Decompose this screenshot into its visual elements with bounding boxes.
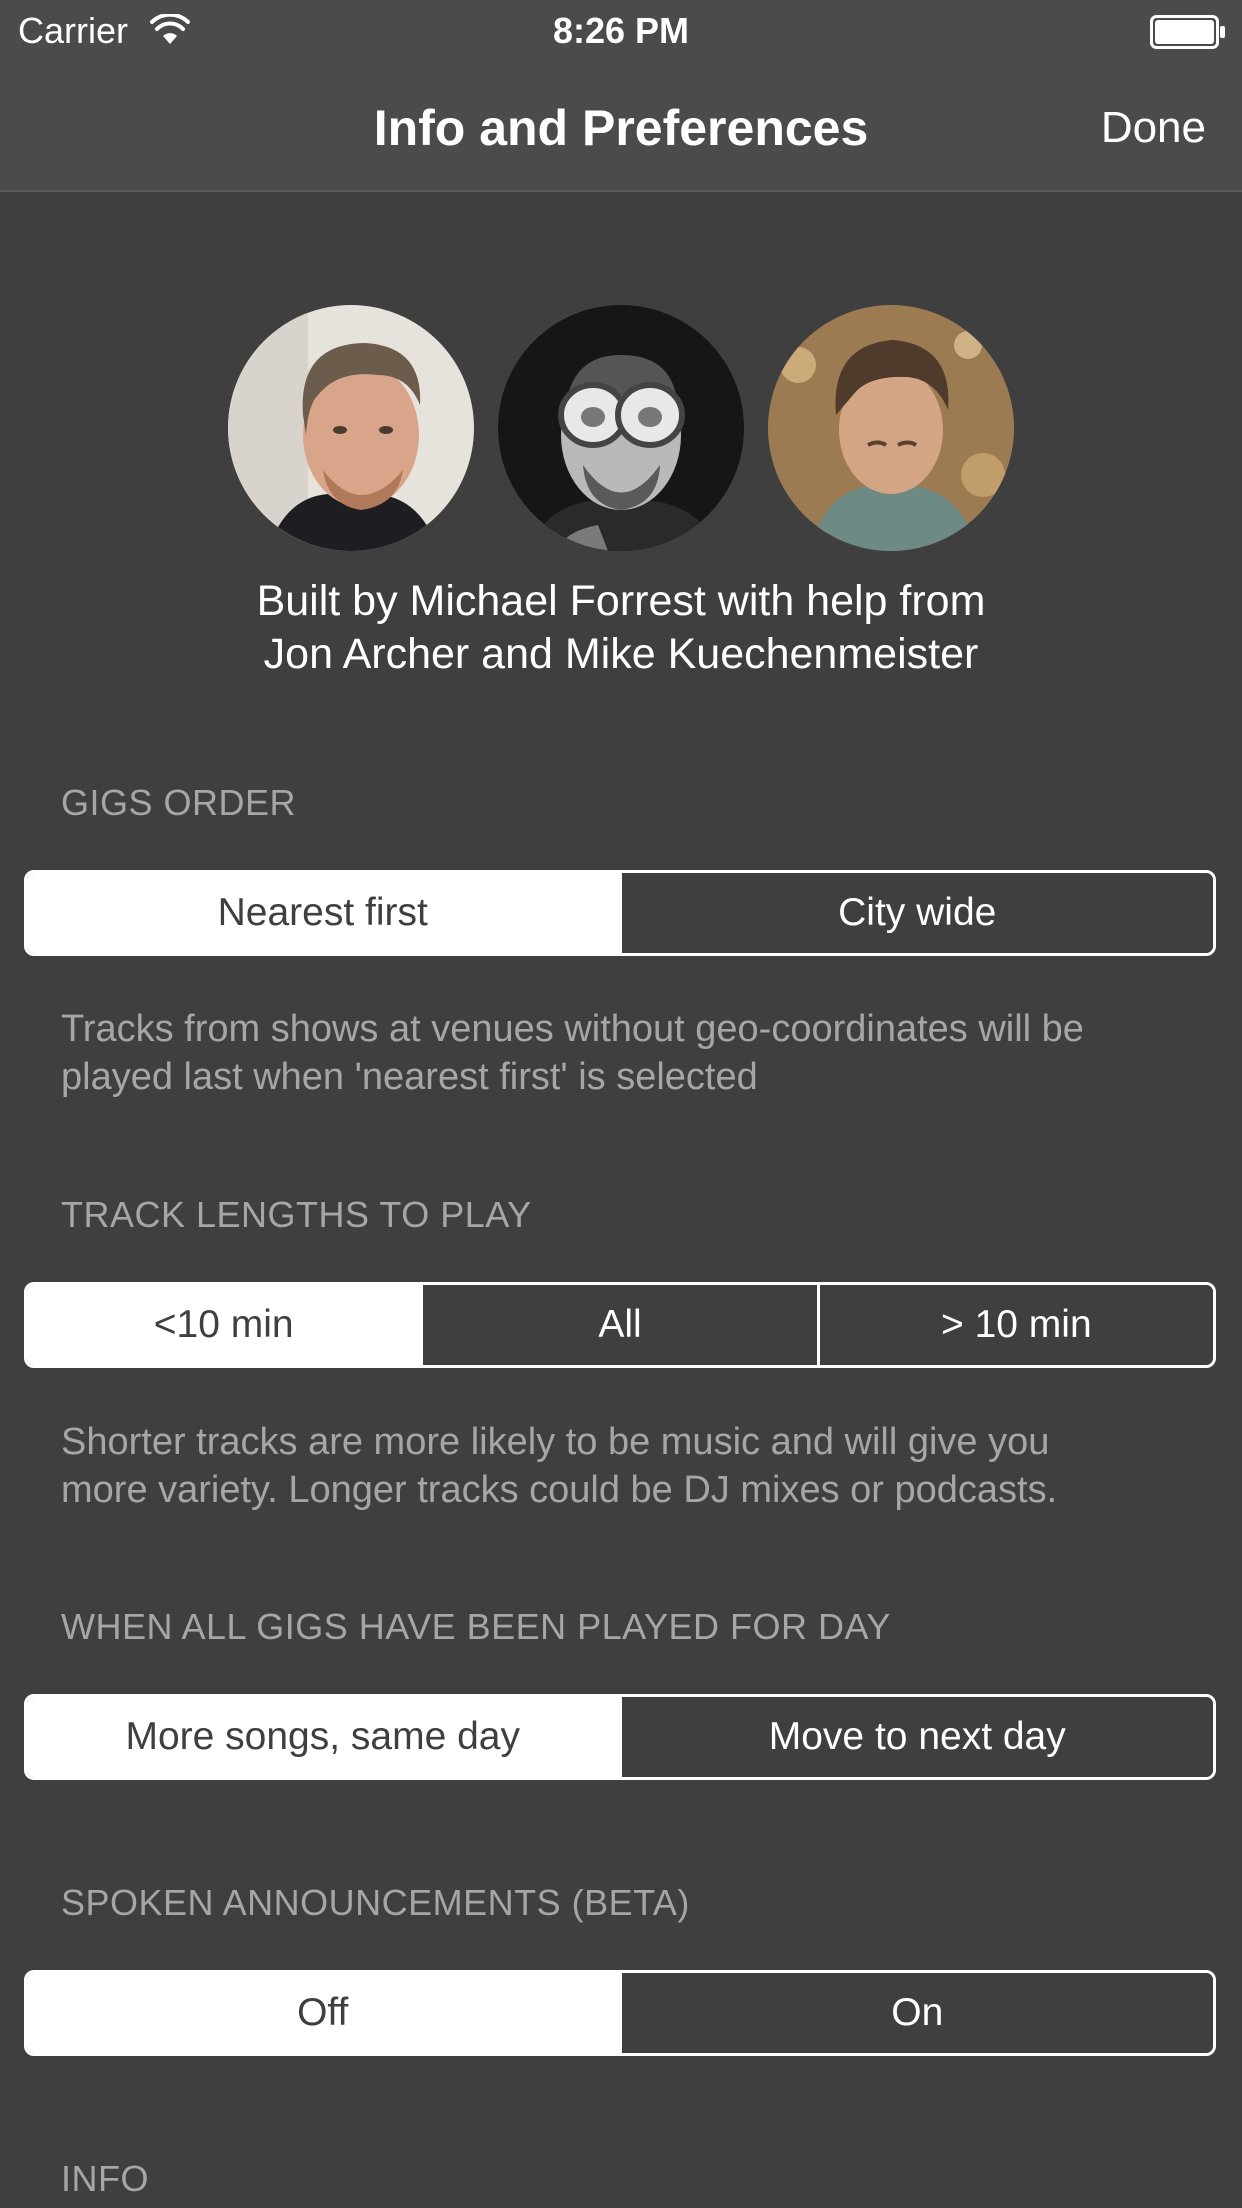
track-lengths-footnote-line-2: more variety. Longer tracks could be DJ …	[61, 1469, 1058, 1511]
spoken-announcements-control[interactable]: Off On	[24, 1970, 1216, 2056]
credits-line-2: Jon Archer and Mike Kuechenmeister	[263, 630, 979, 678]
credits-line-1: Built by Michael Forrest with help from	[256, 577, 986, 625]
segment-under-10-min[interactable]: <10 min	[27, 1285, 421, 1365]
track-lengths-header: TRACK LENGTHS TO PLAY	[61, 1194, 532, 1235]
avatar-michael-forrest	[228, 305, 474, 551]
battery-icon	[1150, 15, 1226, 49]
gigs-order-control[interactable]: Nearest first City wide	[24, 870, 1216, 956]
segment-city-wide[interactable]: City wide	[618, 873, 1213, 953]
all-gigs-played-control[interactable]: More songs, same day Move to next day	[24, 1694, 1216, 1780]
segment-more-songs-same-day[interactable]: More songs, same day	[27, 1697, 619, 1777]
track-lengths-footnote-line-1: Shorter tracks are more likely to be mus…	[61, 1421, 1050, 1463]
done-button[interactable]: Done	[1101, 100, 1206, 156]
avatar-mike-kuechenmeister	[768, 305, 1014, 551]
gigs-order-footnote-line-2: played last when 'nearest first' is sele…	[61, 1056, 758, 1098]
segment-over-10-min[interactable]: > 10 min	[816, 1285, 1213, 1365]
track-lengths-footnote: Shorter tracks are more likely to be mus…	[61, 1418, 1201, 1514]
segment-off[interactable]: Off	[27, 1973, 619, 2053]
avatar-jon-archer	[498, 305, 744, 551]
segment-move-to-next-day[interactable]: Move to next day	[618, 1697, 1213, 1777]
track-lengths-control[interactable]: <10 min All > 10 min	[24, 1282, 1216, 1368]
segment-nearest-first[interactable]: Nearest first	[27, 873, 619, 953]
navigation-bar: Info and Preferences Done	[0, 62, 1242, 192]
status-bar: Carrier 8:26 PM	[0, 0, 1242, 62]
gigs-order-footnote: Tracks from shows at venues without geo-…	[61, 1005, 1201, 1101]
status-time: 8:26 PM	[552, 10, 690, 51]
page-title: Info and Preferences	[373, 100, 869, 156]
segment-all[interactable]: All	[420, 1285, 817, 1365]
spoken-announcements-header: SPOKEN ANNOUNCEMENTS (BETA)	[61, 1882, 690, 1923]
credits-avatars	[228, 305, 1014, 551]
credits-text: Built by Michael Forrest with help from …	[0, 575, 1242, 681]
gigs-order-header: GIGS ORDER	[61, 782, 297, 823]
gigs-order-footnote-line-1: Tracks from shows at venues without geo-…	[61, 1008, 1084, 1050]
segment-on[interactable]: On	[618, 1973, 1213, 2053]
all-gigs-played-header: WHEN ALL GIGS HAVE BEEN PLAYED FOR DAY	[61, 1606, 891, 1647]
info-header: INFO	[61, 2158, 149, 2199]
